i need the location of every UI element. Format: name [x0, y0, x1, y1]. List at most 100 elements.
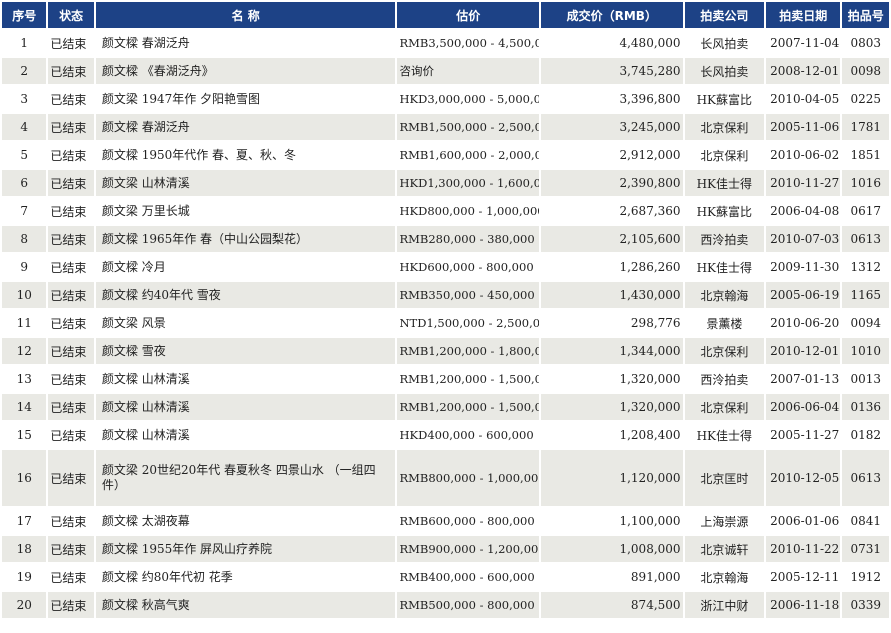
row-auction-house: 北京诚轩: [684, 536, 765, 562]
row-hammer-price: 3,396,800: [541, 86, 683, 112]
table-row: 6已结束颜文梁 山林清溪HKD1,300,000 - 1,600,0002,39…: [2, 170, 889, 196]
row-auction-house: HK佳士得: [684, 422, 765, 448]
table-row: 8 已结束 颜文樑 1965年作 春（中山公园梨花） RMB280,000 - 380…: [2, 226, 889, 252]
row-auction-house: HK佳士得: [684, 254, 765, 280]
table-row: 5 已结束 颜文樑 1950年代作 春、夏、秋、冬 RMB1,600,000 - 2,…: [2, 142, 889, 168]
row-artwork-name: 颜文樑 1965年作 春（中山公园梨花）: [95, 226, 396, 252]
table-row: 19 已结束 颜文樑 约80年代初 花季 RMB400,000 - 600,000 89…: [2, 564, 889, 590]
row-artwork-name: 颜文樑 雪夜: [95, 338, 396, 364]
row-status: 已结束: [48, 282, 94, 308]
row-lot-number: 0841: [842, 508, 889, 534]
row-auction-house: 西泠拍卖: [684, 366, 765, 392]
row-status: 已结束: [48, 114, 94, 140]
row-status: 已结束: [48, 422, 94, 448]
row-status: 已结束: [48, 536, 94, 562]
table-row: 9 已结束 颜文樑 冷月 HKD600,000 - 800,000 1,286,260 H…: [2, 254, 889, 280]
row-status: 已结束: [48, 366, 94, 392]
table-row: 16 已结束 颜文梁 20世纪20年代 春夏秋冬 四景山水 （一组四件） RMB800…: [2, 450, 889, 506]
table-header-row: 序号 状态 名 称 估价 成交价（RMB） 拍卖公司 拍卖日期 拍品号: [2, 2, 889, 28]
row-auction-date: 2010-04-05: [766, 86, 841, 112]
row-status: 已结束: [48, 592, 94, 618]
row-index: 9: [2, 254, 47, 280]
row-index: 12: [2, 338, 47, 364]
table-row: 11已结束颜文梁 风景NTD1,500,000 - 2,500,000298,7…: [2, 310, 889, 336]
row-auction-date: 2010-11-22: [766, 536, 841, 562]
row-lot-number: 0803: [842, 30, 889, 56]
row-estimate: RMB1,200,000 - 1,500,000: [397, 366, 540, 392]
row-auction-house: 北京保利: [684, 394, 765, 420]
row-status: 已结束: [48, 30, 94, 56]
col-header-auction-house: 拍卖公司: [684, 2, 765, 28]
row-estimate: RMB600,000 - 800,000: [397, 508, 540, 534]
row-estimate: HKD800,000 - 1,000,000: [397, 198, 540, 224]
row-lot-number: 1016: [842, 170, 889, 196]
col-header-name: 名 称: [95, 2, 396, 28]
row-auction-house: 长风拍卖: [684, 58, 765, 84]
row-auction-house: 北京保利: [684, 114, 765, 140]
col-header-estimate: 估价: [397, 2, 540, 28]
row-status: 已结束: [48, 142, 94, 168]
col-header-auction-date: 拍卖日期: [766, 2, 841, 28]
row-auction-date: 2009-11-30: [766, 254, 841, 280]
row-lot-number: 0613: [842, 226, 889, 252]
row-auction-house: 北京保利: [684, 338, 765, 364]
row-auction-house: 西泠拍卖: [684, 226, 765, 252]
row-hammer-price: 2,390,800: [541, 170, 683, 196]
row-lot-number: 0613: [842, 450, 889, 506]
row-estimate: RMB900,000 - 1,200,000: [397, 536, 540, 562]
row-estimate: HKD3,000,000 - 5,000,000: [397, 86, 540, 112]
row-auction-house: HK蘇富比: [684, 198, 765, 224]
table-row: 4已结束颜文樑 春湖泛舟RMB1,500,000 - 2,500,0003,24…: [2, 114, 889, 140]
row-lot-number: 0731: [842, 536, 889, 562]
row-index: 16: [2, 450, 47, 506]
row-lot-number: 0136: [842, 394, 889, 420]
row-artwork-name: 颜文樑 1950年代作 春、夏、秋、冬: [95, 142, 396, 168]
row-artwork-name: 颜文梁 20世纪20年代 春夏秋冬 四景山水 （一组四件）: [95, 450, 396, 506]
row-auction-house: 长风拍卖: [684, 30, 765, 56]
row-status: 已结束: [48, 450, 94, 506]
col-header-status: 状态: [48, 2, 94, 28]
row-index: 4: [2, 114, 47, 140]
row-lot-number: 1912: [842, 564, 889, 590]
row-status: 已结束: [48, 254, 94, 280]
row-status: 已结束: [48, 86, 94, 112]
row-index: 19: [2, 564, 47, 590]
row-lot-number: 1781: [842, 114, 889, 140]
row-auction-date: 2005-12-11: [766, 564, 841, 590]
row-hammer-price: 1,344,000: [541, 338, 683, 364]
row-estimate: HKD1,300,000 - 1,600,000: [397, 170, 540, 196]
row-status: 已结束: [48, 338, 94, 364]
table-row: 20 已结束 颜文樑 秋高气爽 RMB500,000 - 800,000 874,500…: [2, 592, 889, 618]
row-status: 已结束: [48, 58, 94, 84]
row-auction-house: 景薰楼: [684, 310, 765, 336]
row-index: 14: [2, 394, 47, 420]
row-index: 7: [2, 198, 47, 224]
row-auction-date: 2010-06-02: [766, 142, 841, 168]
row-estimate: RMB1,600,000 - 2,000,000: [397, 142, 540, 168]
row-auction-house: 北京翰海: [684, 564, 765, 590]
row-auction-house: 北京翰海: [684, 282, 765, 308]
auction-results-table: 序号 状态 名 称 估价 成交价（RMB） 拍卖公司 拍卖日期 拍品号 1 已结束…: [0, 0, 891, 620]
row-auction-date: 2010-11-27: [766, 170, 841, 196]
row-hammer-price: 2,912,000: [541, 142, 683, 168]
table-row: 14已结束颜文樑 山林清溪RMB1,200,000 - 1,500,0001,3…: [2, 394, 889, 420]
row-artwork-name: 颜文樑 太湖夜幕: [95, 508, 396, 534]
row-hammer-price: 891,000: [541, 564, 683, 590]
row-index: 17: [2, 508, 47, 534]
row-status: 已结束: [48, 310, 94, 336]
row-auction-date: 2005-06-19: [766, 282, 841, 308]
row-auction-house: 北京保利: [684, 142, 765, 168]
row-lot-number: 1010: [842, 338, 889, 364]
row-auction-date: 2006-01-06: [766, 508, 841, 534]
row-estimate: RMB350,000 - 450,000: [397, 282, 540, 308]
row-lot-number: 1312: [842, 254, 889, 280]
row-estimate: RMB1,500,000 - 2,500,000: [397, 114, 540, 140]
row-artwork-name: 颜文梁 万里长城: [95, 198, 396, 224]
row-auction-date: 2006-11-18: [766, 592, 841, 618]
row-estimate: RMB400,000 - 600,000: [397, 564, 540, 590]
row-auction-date: 2010-06-20: [766, 310, 841, 336]
row-index: 5: [2, 142, 47, 168]
row-estimate: RMB1,200,000 - 1,500,000: [397, 394, 540, 420]
row-index: 2: [2, 58, 47, 84]
row-artwork-name: 颜文樑 约40年代 雪夜: [95, 282, 396, 308]
